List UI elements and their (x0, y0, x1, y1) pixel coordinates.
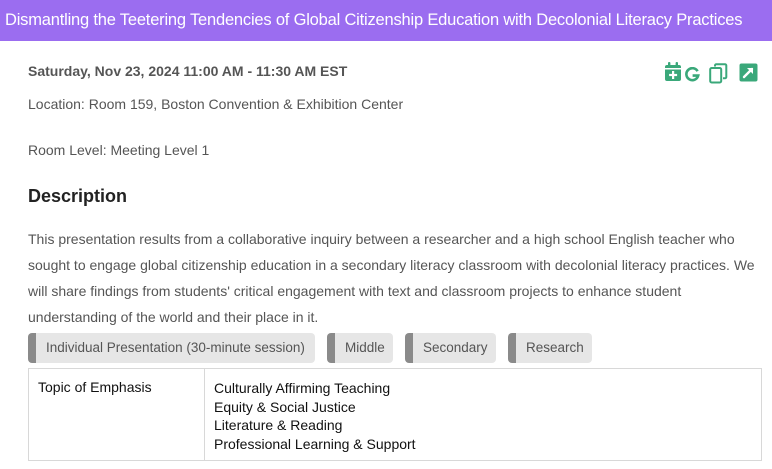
topic-item: Culturally Affirming Teaching (214, 380, 391, 396)
topic-table: Topic of Emphasis Culturally Affirming T… (28, 368, 762, 461)
topic-item: Literature & Reading (214, 417, 343, 433)
session-title: Dismantling the Teetering Tendencies of … (0, 0, 772, 41)
topic-values: Culturally Affirming Teaching Equity & S… (204, 368, 762, 461)
description-text: This presentation results from a collabo… (28, 231, 755, 325)
topic-label: Topic of Emphasis (28, 368, 205, 461)
session-datetime: Saturday, Nov 23, 2024 11:00 AM - 11:30 … (28, 63, 348, 79)
topic-item: Professional Learning & Support (214, 435, 416, 452)
copy-icon[interactable] (709, 63, 728, 84)
session-location: Location: Room 159, Boston Convention & … (28, 96, 404, 112)
table-row: Topic of Emphasis Culturally Affirming T… (28, 368, 762, 461)
tag-level-secondary: Secondary (405, 333, 496, 363)
tag-level-middle: Middle (327, 333, 393, 363)
tag-type-research: Research (508, 333, 592, 363)
tag-format: Individual Presentation (30-minute sessi… (28, 333, 315, 363)
calendar-add-icon[interactable] (664, 62, 682, 82)
session-room-level: Room Level: Meeting Level 1 (28, 142, 210, 158)
description-heading: Description (28, 186, 128, 206)
google-calendar-icon[interactable] (685, 67, 700, 82)
topic-item: Equity & Social Justice (214, 398, 356, 415)
open-external-icon[interactable] (739, 63, 758, 82)
